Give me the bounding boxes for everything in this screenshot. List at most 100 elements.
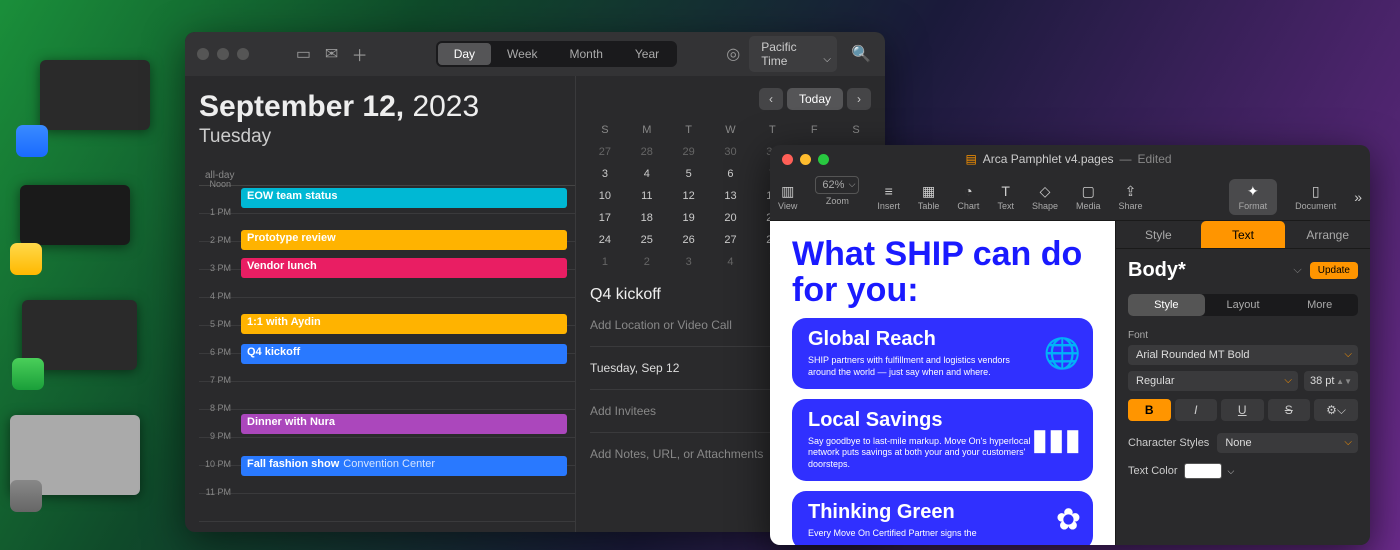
- minimize-button[interactable]: [800, 154, 811, 165]
- time-label: 8 PM: [197, 403, 231, 413]
- add-event-button[interactable]: ＋: [348, 42, 372, 66]
- mini-calendar-day[interactable]: 5: [674, 168, 704, 180]
- share-button[interactable]: ⇪Share: [1119, 183, 1143, 211]
- mini-calendar-day[interactable]: 18: [632, 212, 662, 224]
- mini-calendar-day[interactable]: 13: [716, 190, 746, 202]
- week-view-tab[interactable]: Week: [491, 43, 553, 65]
- window-controls[interactable]: [197, 48, 249, 60]
- chevron-down-icon[interactable]: ⌵: [1228, 466, 1235, 477]
- month-view-tab[interactable]: Month: [554, 43, 619, 65]
- year-view-tab[interactable]: Year: [619, 43, 675, 65]
- prev-day-button[interactable]: ‹: [759, 88, 783, 110]
- pamphlet-card[interactable]: Global ReachSHIP partners with fulfillme…: [792, 318, 1093, 388]
- timezone-select[interactable]: Pacific Time: [749, 36, 837, 72]
- numbers-app-icon[interactable]: [12, 358, 44, 390]
- bold-button[interactable]: B: [1128, 399, 1171, 421]
- document-title[interactable]: ▤ Arca Pamphlet v4.pages — Edited: [965, 152, 1171, 166]
- day-view-tab[interactable]: Day: [438, 43, 491, 65]
- notes-app-icon[interactable]: [10, 243, 42, 275]
- calendars-button[interactable]: ▭: [291, 42, 315, 66]
- calendar-event[interactable]: Fall fashion showConvention Center: [241, 456, 567, 476]
- media-icon: ▢: [1082, 183, 1095, 199]
- mini-calendar-day[interactable]: 3: [674, 256, 704, 268]
- window-thumbnail[interactable]: [40, 60, 150, 130]
- mini-calendar-day[interactable]: 2: [632, 256, 662, 268]
- calendar-event[interactable]: 1:1 with Aydin: [241, 314, 567, 334]
- mini-calendar-day[interactable]: 12: [674, 190, 704, 202]
- pages-window: ▤ Arca Pamphlet v4.pages — Edited ▥View …: [770, 145, 1370, 545]
- underline-button[interactable]: U: [1221, 399, 1264, 421]
- preview-app-icon[interactable]: [10, 480, 42, 512]
- mini-calendar-day[interactable]: 4: [716, 256, 746, 268]
- paragraph-style-select[interactable]: Body*: [1128, 259, 1285, 282]
- font-size-stepper[interactable]: 38 pt▲▼: [1304, 371, 1358, 391]
- calendar-event[interactable]: Q4 kickoff: [241, 344, 567, 364]
- table-button[interactable]: ▦Table: [918, 183, 940, 211]
- today-button[interactable]: Today: [787, 88, 843, 110]
- availability-button[interactable]: ◎: [721, 42, 745, 66]
- calendar-event[interactable]: Prototype review: [241, 230, 567, 250]
- calendar-event[interactable]: Dinner with Nura: [241, 414, 567, 434]
- mini-calendar-day[interactable]: 17: [590, 212, 620, 224]
- search-button[interactable]: 🔍: [849, 42, 873, 66]
- style-subtab[interactable]: Style: [1128, 294, 1205, 316]
- document-button[interactable]: ▯Document: [1295, 183, 1336, 211]
- day-timeline[interactable]: Noon1 PM2 PM3 PM4 PM5 PM6 PM7 PM8 PM9 PM…: [199, 186, 575, 522]
- strikethrough-button[interactable]: S: [1268, 399, 1311, 421]
- mini-calendar-day[interactable]: 25: [632, 234, 662, 246]
- mini-calendar-day[interactable]: 6: [716, 168, 746, 180]
- italic-button[interactable]: I: [1175, 399, 1218, 421]
- chevron-down-icon[interactable]: ⌵: [1293, 264, 1301, 277]
- mini-calendar-day[interactable]: 28: [632, 146, 662, 158]
- allday-row[interactable]: all-day: [199, 166, 575, 186]
- mini-calendar-day[interactable]: 1: [590, 256, 620, 268]
- advanced-font-button[interactable]: ⚙︎⌵: [1314, 399, 1358, 421]
- media-button[interactable]: ▢Media: [1076, 183, 1101, 211]
- next-day-button[interactable]: ›: [847, 88, 871, 110]
- more-button[interactable]: »: [1354, 189, 1362, 205]
- shape-icon: ◇: [1040, 183, 1051, 199]
- mini-calendar-day[interactable]: 11: [632, 190, 662, 202]
- arrange-tab[interactable]: Arrange: [1285, 221, 1370, 248]
- mini-calendar-day[interactable]: 29: [674, 146, 704, 158]
- mini-calendar-day[interactable]: 3: [590, 168, 620, 180]
- mini-calendar-day[interactable]: 30: [716, 146, 746, 158]
- mini-calendar-day[interactable]: 20: [716, 212, 746, 224]
- style-tab[interactable]: Style: [1116, 221, 1201, 248]
- shape-button[interactable]: ◇Shape: [1032, 183, 1058, 211]
- more-subtab[interactable]: More: [1281, 294, 1358, 316]
- pamphlet-card[interactable]: Thinking GreenEvery Move On Certified Pa…: [792, 491, 1093, 545]
- mini-calendar-day[interactable]: 27: [716, 234, 746, 246]
- text-tab[interactable]: Text: [1201, 221, 1286, 248]
- format-button[interactable]: ✦Format: [1229, 179, 1278, 215]
- character-style-select[interactable]: None: [1217, 433, 1358, 453]
- mini-calendar-day[interactable]: 19: [674, 212, 704, 224]
- layout-subtab[interactable]: Layout: [1205, 294, 1282, 316]
- insert-button[interactable]: ≡Insert: [877, 183, 900, 211]
- text-button[interactable]: TText: [997, 183, 1014, 211]
- pamphlet-card[interactable]: Local SavingsSay goodbye to last-mile ma…: [792, 399, 1093, 481]
- zoom-select[interactable]: 62%Zoom: [815, 188, 859, 206]
- mini-calendar-day[interactable]: 26: [674, 234, 704, 246]
- font-weight-select[interactable]: Regular: [1128, 371, 1298, 391]
- calendar-event[interactable]: EOW team status: [241, 188, 567, 208]
- mini-calendar-day[interactable]: 27: [590, 146, 620, 158]
- view-button[interactable]: ▥View: [778, 183, 797, 211]
- update-style-button[interactable]: Update: [1310, 262, 1358, 279]
- window-controls[interactable]: [782, 154, 829, 165]
- inbox-button[interactable]: ✉: [320, 42, 344, 66]
- zoom-button[interactable]: [818, 154, 829, 165]
- close-button[interactable]: [782, 154, 793, 165]
- chart-button[interactable]: ◔Chart: [957, 183, 979, 211]
- window-thumbnail[interactable]: [20, 185, 130, 245]
- calendar-event[interactable]: Vendor lunch: [241, 258, 567, 278]
- font-family-select[interactable]: Arial Rounded MT Bold: [1128, 345, 1358, 365]
- mini-calendar-day[interactable]: 10: [590, 190, 620, 202]
- mini-calendar-day[interactable]: 4: [632, 168, 662, 180]
- document-heading[interactable]: What SHIP can do for you:: [792, 237, 1093, 308]
- time-label: 2 PM: [197, 235, 231, 245]
- document-canvas[interactable]: What SHIP can do for you: Global ReachSH…: [770, 221, 1115, 545]
- mini-calendar-day[interactable]: 24: [590, 234, 620, 246]
- keynote-app-icon[interactable]: [16, 125, 48, 157]
- text-color-well[interactable]: [1184, 463, 1222, 479]
